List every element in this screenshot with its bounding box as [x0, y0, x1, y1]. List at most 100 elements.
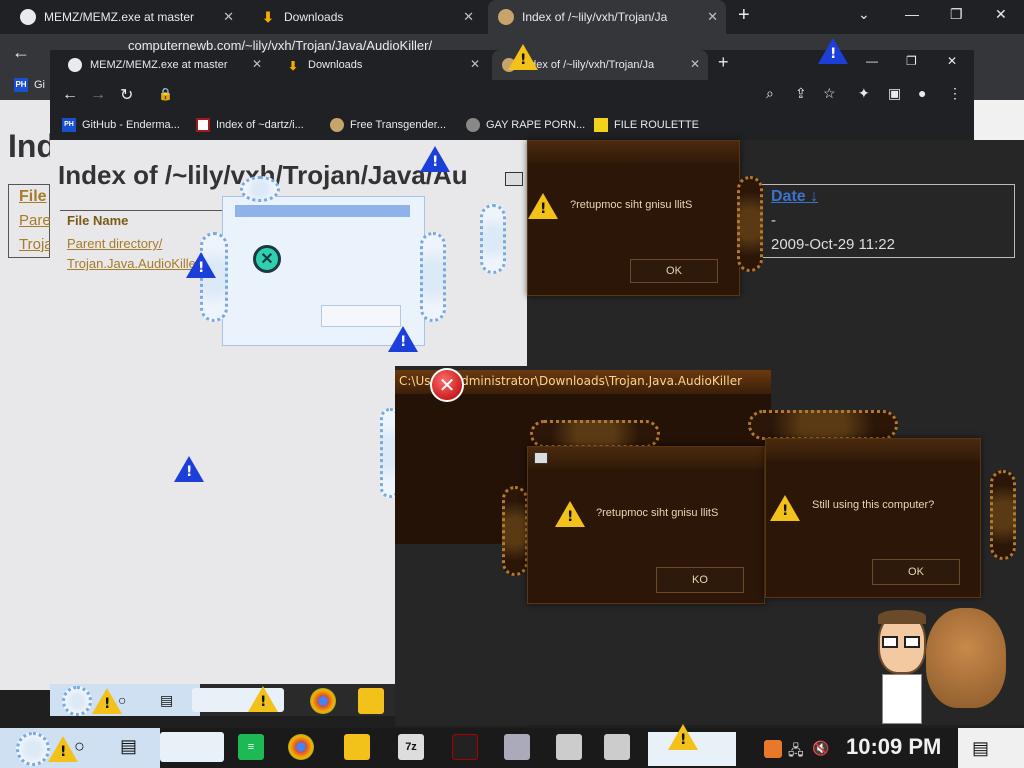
- back-tab-memz[interactable]: MEMZ/MEMZ.exe at master ✕: [10, 0, 242, 34]
- window-icon[interactable]: [604, 734, 630, 760]
- index-icon: [196, 118, 210, 132]
- bookmark-index[interactable]: Index of ~dartz/i...: [196, 118, 304, 132]
- extensions-icon[interactable]: ✦: [858, 85, 870, 102]
- character-body: [882, 674, 922, 724]
- 7zip-icon[interactable]: 7z: [398, 734, 424, 760]
- close-icon[interactable]: ✕: [223, 9, 234, 25]
- column-file-name[interactable]: File Name: [67, 213, 128, 228]
- back-tab-downloads[interactable]: ⬇ Downloads ✕: [250, 0, 482, 34]
- restore-icon[interactable]: ❐: [906, 54, 917, 68]
- gear-icon: [748, 410, 898, 440]
- dialog-message: Still using this computer?: [812, 499, 935, 511]
- gear-icon: [480, 204, 506, 274]
- bookmark-roulette[interactable]: FILE ROULETTE: [594, 118, 699, 132]
- new-tab-icon[interactable]: +: [738, 4, 750, 27]
- column-date[interactable]: Date ↓: [771, 188, 818, 206]
- reload-icon[interactable]: ↻: [120, 85, 133, 105]
- bookmark-porn[interactable]: GAY RAPE PORN...: [466, 118, 585, 132]
- start-icon[interactable]: [16, 732, 50, 766]
- profile-icon[interactable]: ●: [918, 85, 926, 101]
- dialog-right: Still using this computer? OK: [765, 438, 981, 598]
- back-column-file[interactable]: File: [19, 188, 47, 206]
- share-icon[interactable]: ⇪: [795, 85, 807, 102]
- gear-icon: [530, 420, 660, 448]
- github-icon: [68, 58, 82, 72]
- network-icon[interactable]: 🖧: [788, 740, 804, 764]
- bookmark-github[interactable]: PH Gi: [14, 78, 45, 92]
- dialog-title-bar: [528, 141, 739, 163]
- close-icon[interactable]: ✕: [690, 57, 700, 71]
- volume-icon[interactable]: 🔇: [812, 740, 829, 757]
- search-icon[interactable]: ○: [118, 692, 126, 708]
- chrome-icon[interactable]: [310, 688, 336, 714]
- folder-icon[interactable]: [344, 734, 370, 760]
- bookmark-label: FILE ROULETTE: [614, 119, 699, 131]
- restore-icon[interactable]: ❐: [950, 6, 963, 23]
- blue-warning-icon: [388, 326, 418, 352]
- back-row-trojan[interactable]: Troja: [19, 236, 53, 253]
- start-icon[interactable]: [62, 686, 92, 716]
- address-bar[interactable]: computernewb.com/~lily/vxh/Trojan/Java/A…: [128, 38, 432, 53]
- window-icon[interactable]: [556, 734, 582, 760]
- folder-icon[interactable]: [358, 688, 384, 714]
- bookmark-transgender[interactable]: Free Transgender...: [330, 118, 446, 132]
- task-view-icon[interactable]: ▤: [160, 692, 173, 709]
- tab-label: MEMZ/MEMZ.exe at master: [90, 59, 228, 71]
- front-tab-downloads[interactable]: ⬇ Downloads ✕: [276, 50, 488, 80]
- date-trojan: 2009-Oct-29 11:22: [771, 236, 895, 253]
- photos-icon[interactable]: [504, 734, 530, 760]
- chevron-down-icon[interactable]: ⌄: [858, 6, 870, 23]
- bookmark-github[interactable]: PH GitHub - Enderma...: [62, 118, 180, 132]
- search-icon[interactable]: ○: [74, 736, 85, 757]
- tab-label: MEMZ/MEMZ.exe at master: [44, 10, 195, 24]
- front-tab-memz[interactable]: MEMZ/MEMZ.exe at master ✕: [58, 50, 270, 80]
- dialog-message: ?retupmoc siht gnisu llitS: [596, 507, 719, 519]
- blue-warning-icon: [818, 38, 848, 64]
- dialog-center: ?retupmoc siht gnisu llitS KO: [527, 446, 765, 604]
- search-icon[interactable]: ⌕: [766, 85, 774, 102]
- dialog-button[interactable]: [321, 305, 401, 327]
- forward-arrow-icon[interactable]: →: [90, 86, 106, 104]
- close-window-icon[interactable]: ✕: [995, 6, 1007, 23]
- ph-icon: PH: [62, 118, 76, 132]
- warning-icon: [770, 495, 800, 521]
- ok-button[interactable]: OK: [872, 559, 960, 585]
- back-arrow-icon[interactable]: ←: [12, 42, 30, 63]
- close-icon[interactable]: ✕: [707, 9, 718, 25]
- notification-area: [958, 728, 1024, 768]
- close-icon[interactable]: ✕: [463, 9, 474, 25]
- java-icon[interactable]: [764, 740, 782, 758]
- amd-icon[interactable]: [452, 734, 478, 760]
- close-window-icon[interactable]: ✕: [947, 54, 957, 68]
- gear-icon: [240, 176, 280, 202]
- sidepanel-icon[interactable]: ▣: [888, 85, 901, 102]
- front-toolbar: ← → ↻ 🔒 ⌕ ⇪ ☆ ✦ ▣ ● ⋮: [50, 80, 974, 112]
- close-icon[interactable]: ✕: [470, 57, 480, 71]
- warning-icon: [528, 193, 558, 219]
- search-box[interactable]: [160, 732, 224, 762]
- spotify-icon[interactable]: ≡: [238, 734, 264, 760]
- menu-icon[interactable]: ⋮: [948, 85, 962, 102]
- back-tab-index[interactable]: Index of /~lily/vxh/Trojan/Ja ✕: [488, 0, 726, 34]
- gear-icon: [737, 176, 763, 272]
- row-trojan-file[interactable]: Trojan.Java.AudioKiller: [67, 256, 200, 271]
- error-icon: ✕: [253, 245, 281, 273]
- lock-icon[interactable]: 🔒: [158, 87, 173, 101]
- back-row-parent[interactable]: Pare: [19, 212, 51, 229]
- close-icon[interactable]: ✕: [252, 57, 262, 71]
- new-tab-icon[interactable]: +: [718, 52, 729, 73]
- minimize-icon[interactable]: —: [866, 54, 878, 68]
- clock[interactable]: 10:09 PM: [846, 734, 941, 760]
- star-icon[interactable]: ☆: [823, 85, 836, 102]
- row-parent-directory[interactable]: Parent directory/: [67, 236, 162, 251]
- ko-button[interactable]: KO: [656, 567, 744, 593]
- minimize-icon[interactable]: —: [905, 6, 919, 22]
- task-view-icon[interactable]: ▤: [120, 736, 137, 757]
- download-icon: ⬇: [287, 59, 299, 73]
- glasses-icon: [904, 636, 920, 648]
- bookmark-label: GAY RAPE PORN...: [486, 119, 586, 131]
- chrome-icon[interactable]: [288, 734, 314, 760]
- ok-button[interactable]: OK: [630, 259, 718, 283]
- notification-icon[interactable]: ▤: [972, 738, 989, 759]
- back-arrow-icon[interactable]: ←: [62, 86, 78, 104]
